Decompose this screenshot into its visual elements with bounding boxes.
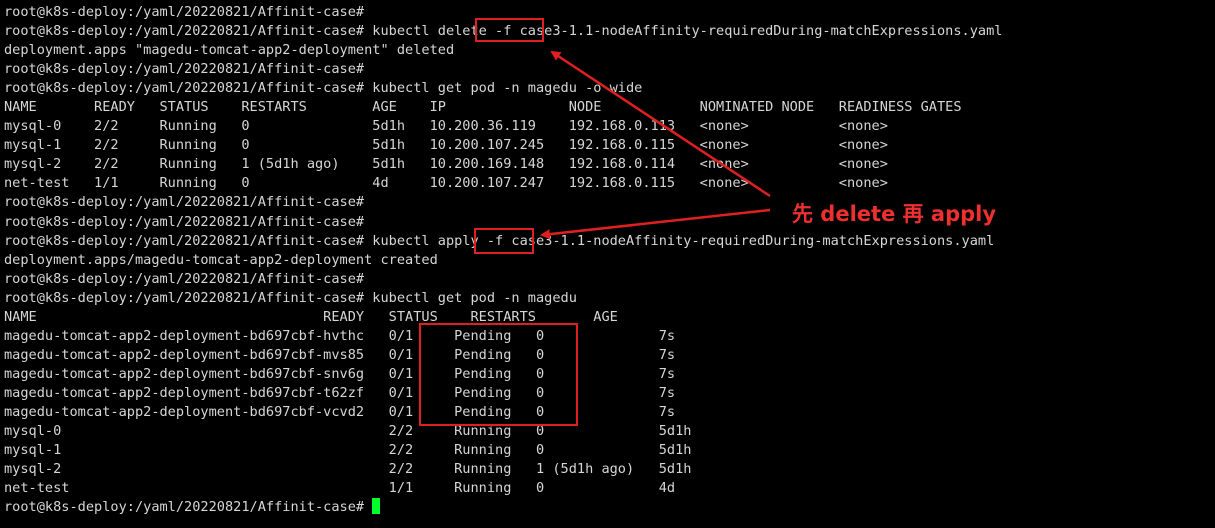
pending-pods-highlight-box [419, 323, 578, 426]
table-row: mysql-2 2/2 Running 1 (5d1h ago) 5d1h [4, 461, 692, 478]
table-row: mysql-1 2/2 Running 0 5d1h [4, 442, 692, 459]
terminal-line: root@k8s-deploy:/yaml/20220821/Affinit-c… [4, 61, 365, 78]
apply-highlight-box [474, 228, 534, 254]
terminal-output[interactable]: root@k8s-deploy:/yaml/20220821/Affinit-c… [4, 3, 1002, 517]
table-row: mysql-0 2/2 Running 0 5d1h 10.200.36.119… [4, 118, 888, 135]
table-row: net-test 1/1 Running 0 4d [4, 480, 676, 497]
terminal-prompt: root@k8s-deploy:/yaml/20220821/Affinit-c… [4, 499, 365, 516]
terminal-line: root@k8s-deploy:/yaml/20220821/Affinit-c… [4, 270, 365, 287]
terminal-cursor [372, 498, 381, 515]
table-row: mysql-1 2/2 Running 0 5d1h 10.200.107.24… [4, 137, 888, 154]
terminal-line: deployment.apps "magedu-tomcat-app2-depl… [4, 42, 455, 59]
terminal-prompt-line[interactable]: root@k8s-deploy:/yaml/20220821/Affinit-c… [4, 498, 1002, 517]
table-row: mysql-2 2/2 Running 1 (5d1h ago) 5d1h 10… [4, 156, 888, 173]
terminal-line: root@k8s-deploy:/yaml/20220821/Affinit-c… [4, 80, 643, 97]
annotation-label: 先 delete 再 apply [792, 202, 997, 226]
delete-highlight-box [475, 18, 544, 42]
table-row: net-test 1/1 Running 0 4d 10.200.107.247… [4, 175, 888, 192]
terminal-line: root@k8s-deploy:/yaml/20220821/Affinit-c… [4, 289, 577, 306]
table-header: NAME READY STATUS RESTARTS AGE IP NODE N… [4, 99, 962, 116]
